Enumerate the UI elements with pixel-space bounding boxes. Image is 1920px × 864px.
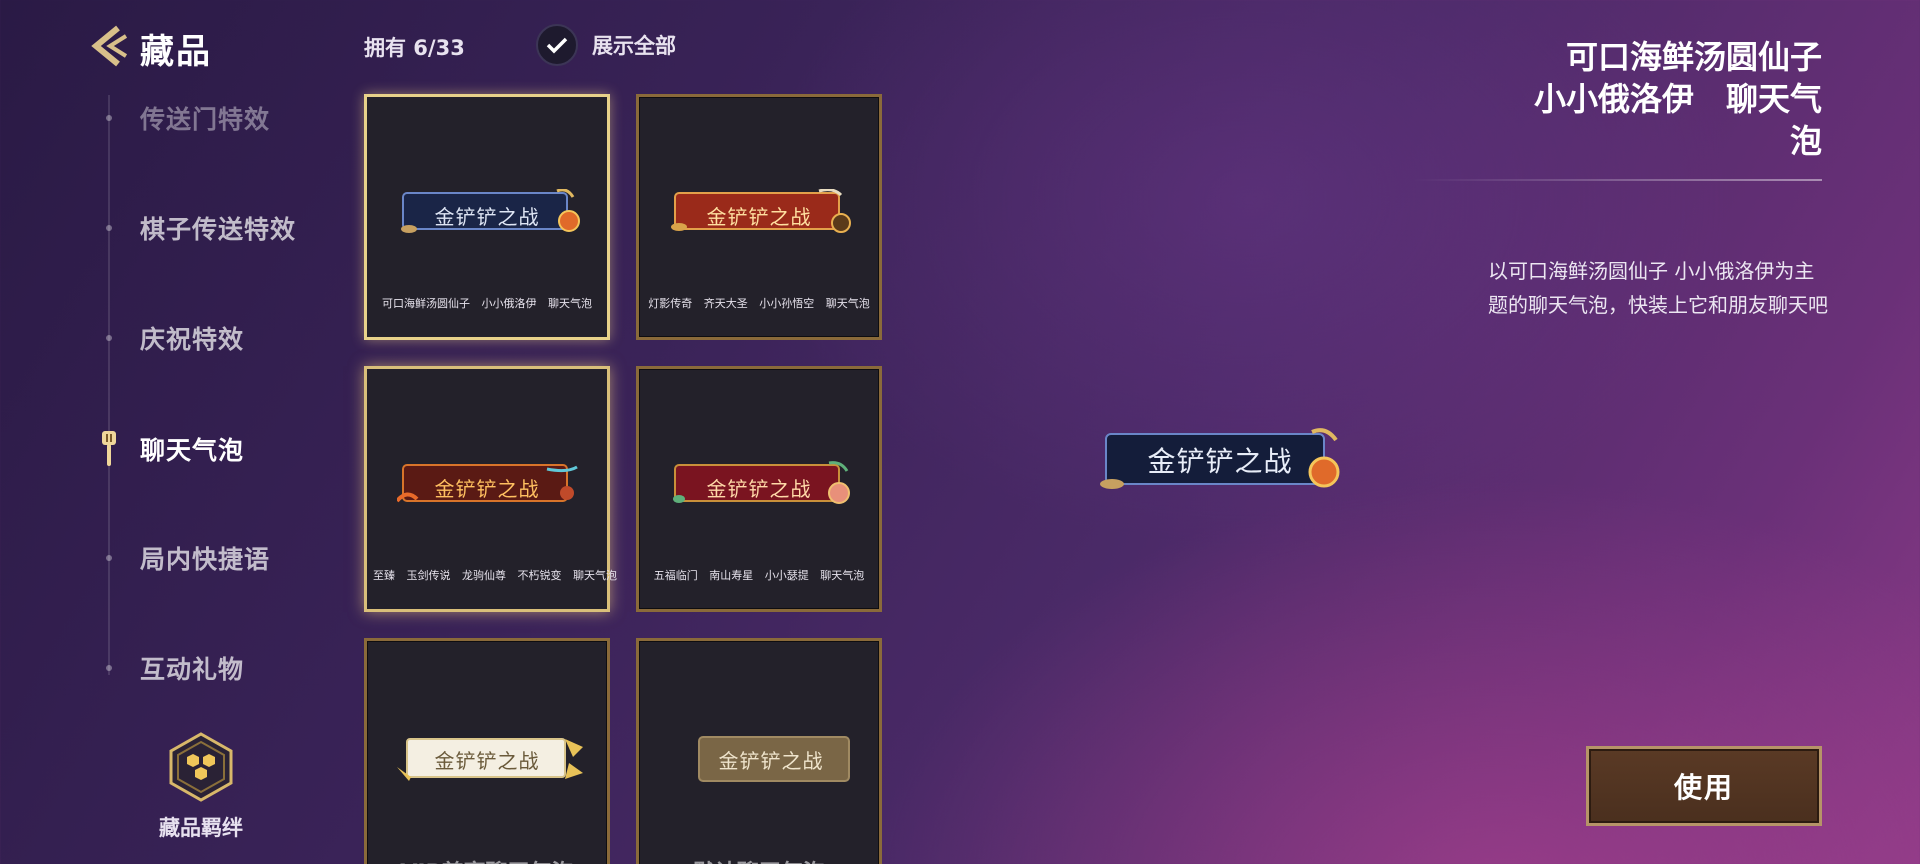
nav-dot: [106, 555, 112, 561]
bubble-card[interactable]: 金铲铲之战 VIP尊享聊天气泡: [364, 638, 610, 864]
nav-label: 互动礼物: [140, 655, 245, 684]
owned-count: 拥有 6/33: [364, 36, 465, 60]
card-caption: 默认聊天气泡: [639, 855, 879, 864]
nav-item-gifts[interactable]: 互动礼物: [100, 650, 244, 686]
item-title-line: 泡: [1789, 122, 1822, 160]
card-caption: VIP尊享聊天气泡: [367, 855, 607, 864]
nav-label: 聊天气泡: [140, 436, 245, 465]
nav-label: 局内快捷语: [140, 545, 271, 574]
card-caption: 可口海鲜汤圆仙子 小小俄洛伊 聊天气泡: [382, 297, 592, 310]
bubble-text: 金铲铲之战: [706, 477, 812, 501]
bubble-text: 金铲铲之战: [434, 477, 540, 501]
bubble-text: 金铲铲之战: [718, 749, 824, 773]
back-arrow-icon[interactable]: [88, 24, 132, 68]
use-button-label: 使用: [1673, 771, 1734, 804]
use-button[interactable]: 使用: [1586, 746, 1822, 826]
nav-label: 庆祝特效: [140, 325, 245, 354]
item-title-line: 可口海鲜汤圆仙子: [1565, 38, 1822, 76]
bubble-text: 金铲铲之战: [434, 205, 540, 229]
nav-item-portal-effects[interactable]: 传送门特效: [100, 100, 270, 136]
item-title: 可口海鲜汤圆仙子 小小俄洛伊 聊天气 泡: [1462, 36, 1822, 162]
bubble-card[interactable]: 金铲铲之战 五福临门 南山寿星 小小瑟提 聊天气泡: [636, 366, 882, 612]
bond-label: 藏品羁绊: [159, 816, 243, 840]
bubble-card[interactable]: 金铲铲之战 灯影传奇 齐天大圣 小小孙悟空 聊天气泡: [636, 94, 882, 340]
nav-label: 棋子传送特效: [140, 215, 297, 244]
nav-item-quick-phrases[interactable]: 局内快捷语: [100, 540, 270, 576]
bubble-card[interactable]: 金铲铲之战 可口海鲜汤圆仙子 小小俄洛伊 聊天气泡: [364, 94, 610, 340]
bubble-card[interactable]: 金铲铲之战 至臻 玉剑传说 龙驹仙尊 不朽锐变 聊天气泡: [364, 366, 617, 612]
nav-track: [108, 95, 110, 675]
check-icon: [546, 37, 568, 54]
nav-dot: [106, 665, 112, 671]
bubble-text: 金铲铲之战: [1147, 445, 1293, 478]
divider: [1412, 179, 1822, 181]
nav-dot: [106, 225, 112, 231]
item-description: 以可口海鲜汤圆仙子 小小俄洛伊为主题的聊天气泡，快装上它和朋友聊天吧: [1488, 259, 1828, 317]
hexagon-bond-icon: [169, 732, 233, 802]
selected-bubble-preview: 金铲铲之战: [1098, 428, 1342, 490]
nav-dot: [106, 335, 112, 341]
card-caption: 五福临门 南山寿星 小小瑟提 聊天气泡: [653, 569, 865, 582]
bubble-text: 金铲铲之战: [434, 749, 540, 773]
show-all-label: 展示全部: [592, 34, 676, 58]
item-title-line: 小小俄洛伊 聊天气: [1533, 80, 1822, 118]
nav-label: 传送门特效: [140, 105, 271, 134]
nav-dot: [106, 115, 112, 121]
show-all-toggle[interactable]: 展示全部: [536, 24, 676, 66]
page-title: 藏品: [140, 32, 212, 72]
nav-item-chat-bubble[interactable]: 聊天气泡: [100, 430, 244, 468]
spatula-icon: [102, 431, 116, 466]
card-caption: 灯影传奇 齐天大圣 小小孙悟空 聊天气泡: [648, 297, 870, 310]
collection-bond-button[interactable]: 藏品羁绊: [150, 732, 252, 842]
card-caption: 至臻 玉剑传说 龙驹仙尊 不朽锐变 聊天气泡: [373, 569, 617, 582]
nav-item-celebration[interactable]: 庆祝特效: [100, 320, 244, 356]
bubble-card[interactable]: 金铲铲之战 默认聊天气泡: [636, 638, 882, 864]
bubble-text: 金铲铲之战: [706, 205, 812, 229]
checkbox[interactable]: [536, 24, 578, 66]
nav-item-piece-effects[interactable]: 棋子传送特效: [100, 210, 296, 246]
